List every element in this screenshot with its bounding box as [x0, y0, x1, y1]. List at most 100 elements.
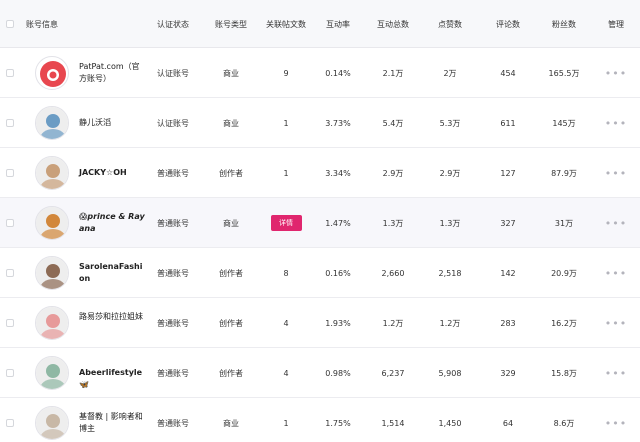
verify-status: 认证账号 — [157, 118, 189, 128]
likes-count: 1.2万 — [439, 318, 461, 328]
avatar[interactable] — [35, 406, 69, 440]
avatar[interactable] — [35, 356, 69, 390]
account-type: 创作者 — [219, 318, 243, 328]
table-row[interactable]: JACKY☆OH 普通账号 创作者 1 3.34% 2.9万 2.9万 127 87.9万 ••• — [0, 148, 640, 198]
avatar[interactable] — [35, 106, 69, 140]
row-checkbox[interactable] — [6, 119, 14, 127]
engagement-rate: 0.98% — [325, 368, 351, 378]
account-type: 创作者 — [219, 168, 243, 178]
fans-count: 165.5万 — [548, 68, 580, 78]
engagement-rate: 3.34% — [325, 168, 351, 178]
table-header: 账号信息 认证状态 账号类型 关联帖文数 互动率 互动总数 点赞数 评论数 粉丝… — [0, 0, 640, 48]
row-checkbox[interactable] — [6, 169, 14, 177]
header-total[interactable]: 互动总数 — [370, 0, 416, 48]
account-name[interactable]: Abeerlifestyle🦋 — [79, 367, 145, 391]
avatar[interactable] — [35, 206, 69, 240]
account-type: 创作者 — [219, 268, 243, 278]
verify-status: 普通账号 — [157, 368, 189, 378]
table-row[interactable]: SarolenaFashion 普通账号 创作者 8 0.16% 2,660 2,518 14… — [0, 248, 640, 298]
comments-count: 327 — [500, 218, 516, 228]
details-button[interactable]: 详情 — [270, 215, 302, 231]
verify-status: 普通账号 — [157, 268, 189, 278]
comments-count: 127 — [500, 168, 516, 178]
table-row[interactable]: PatPat.com（官方账号） 认证账号 商业 9 0.14% 2.1万 2万 454 165… — [0, 48, 640, 98]
row-checkbox[interactable] — [6, 69, 14, 77]
likes-count: 1.3万 — [439, 218, 461, 228]
header-fans[interactable]: 粉丝数 — [544, 0, 584, 48]
table-row[interactable]: 基督教 | 影响者和博主 普通账号 商业 1 1.75% 1,514 1,450 64 8.6万… — [0, 398, 640, 442]
likes-count: 2万 — [443, 68, 457, 78]
account-type: 商业 — [223, 418, 239, 428]
more-icon[interactable]: ••• — [602, 148, 630, 198]
account-name[interactable]: JACKY☆OH — [79, 167, 145, 179]
account-name[interactable]: 基督教 | 影响者和博主 — [79, 411, 145, 435]
header-manage: 管理 — [608, 19, 624, 29]
likes-count: 2,518 — [438, 268, 462, 278]
comments-count: 329 — [500, 368, 516, 378]
engagement-rate: 1.75% — [325, 418, 351, 428]
engagement-total: 2.1万 — [382, 68, 404, 78]
more-icon[interactable]: ••• — [602, 248, 630, 298]
verify-status: 认证账号 — [157, 68, 189, 78]
table-row[interactable]: 😱prince & Rayana 普通账号 商业 详情 1.47% 1.3万 1.3万 327… — [0, 198, 640, 248]
fans-count: 20.9万 — [551, 268, 577, 278]
engagement-total: 5.4万 — [382, 118, 404, 128]
account-name[interactable]: 路易莎和拉拉姐妹 — [79, 311, 145, 323]
header-rate[interactable]: 互动率 — [318, 0, 358, 48]
header-comments[interactable]: 评论数 — [488, 0, 528, 48]
more-icon[interactable]: ••• — [602, 348, 630, 398]
engagement-rate: 1.47% — [325, 218, 351, 228]
account-name[interactable]: PatPat.com（官方账号） — [79, 61, 145, 85]
fans-count: 31万 — [554, 218, 574, 228]
account-type: 商业 — [223, 118, 239, 128]
row-checkbox[interactable] — [6, 369, 14, 377]
comments-count: 454 — [500, 68, 516, 78]
engagement-total: 1,514 — [381, 418, 405, 428]
engagement-rate: 0.16% — [325, 268, 351, 278]
header-type[interactable]: 账号类型 — [205, 0, 257, 48]
avatar[interactable] — [35, 56, 69, 90]
engagement-rate: 1.93% — [325, 318, 351, 328]
table-row[interactable]: Abeerlifestyle🦋 普通账号 创作者 4 0.98% 6,237 5,908 32… — [0, 348, 640, 398]
table-row[interactable]: 静儿沃滔 认证账号 商业 1 3.73% 5.4万 5.3万 611 145万 ••• — [0, 98, 640, 148]
posts-count: 1 — [283, 118, 289, 128]
avatar[interactable] — [35, 306, 69, 340]
comments-count: 611 — [500, 118, 516, 128]
posts-count: 1 — [283, 168, 289, 178]
row-checkbox[interactable] — [6, 219, 14, 227]
header-posts[interactable]: 关联帖文数 — [260, 0, 312, 48]
row-checkbox[interactable] — [6, 269, 14, 277]
posts-count: 9 — [283, 68, 289, 78]
header-likes[interactable]: 点赞数 — [430, 0, 470, 48]
avatar[interactable] — [35, 256, 69, 290]
account-name[interactable]: SarolenaFashion — [79, 261, 145, 285]
more-icon[interactable]: ••• — [602, 48, 630, 98]
verify-status: 普通账号 — [157, 218, 189, 228]
row-checkbox[interactable] — [6, 319, 14, 327]
comments-count: 142 — [500, 268, 516, 278]
account-name[interactable]: 静儿沃滔 — [79, 117, 145, 129]
fans-count: 15.8万 — [551, 368, 577, 378]
engagement-rate: 0.14% — [325, 68, 351, 78]
more-icon[interactable]: ••• — [602, 398, 630, 442]
header-verify[interactable]: 认证状态 — [146, 0, 200, 48]
more-icon[interactable]: ••• — [602, 298, 630, 348]
engagement-total: 1.3万 — [382, 218, 404, 228]
avatar[interactable] — [35, 156, 69, 190]
verify-status: 普通账号 — [157, 418, 189, 428]
more-icon[interactable]: ••• — [602, 98, 630, 148]
likes-count: 1,450 — [438, 418, 462, 428]
account-type: 商业 — [223, 68, 239, 78]
more-icon[interactable]: ••• — [602, 198, 630, 248]
fans-count: 145万 — [552, 118, 576, 128]
select-all-checkbox[interactable] — [6, 20, 14, 28]
fans-count: 87.9万 — [551, 168, 577, 178]
comments-count: 64 — [502, 418, 514, 428]
verify-status: 普通账号 — [157, 168, 189, 178]
account-name[interactable]: 😱prince & Rayana — [79, 211, 145, 235]
engagement-rate: 3.73% — [325, 118, 351, 128]
header-account: 账号信息 — [26, 19, 58, 29]
table-row[interactable]: 路易莎和拉拉姐妹 普通账号 创作者 4 1.93% 1.2万 1.2万 283 16.2万 ••• — [0, 298, 640, 348]
row-checkbox[interactable] — [6, 419, 14, 427]
engagement-total: 1.2万 — [382, 318, 404, 328]
